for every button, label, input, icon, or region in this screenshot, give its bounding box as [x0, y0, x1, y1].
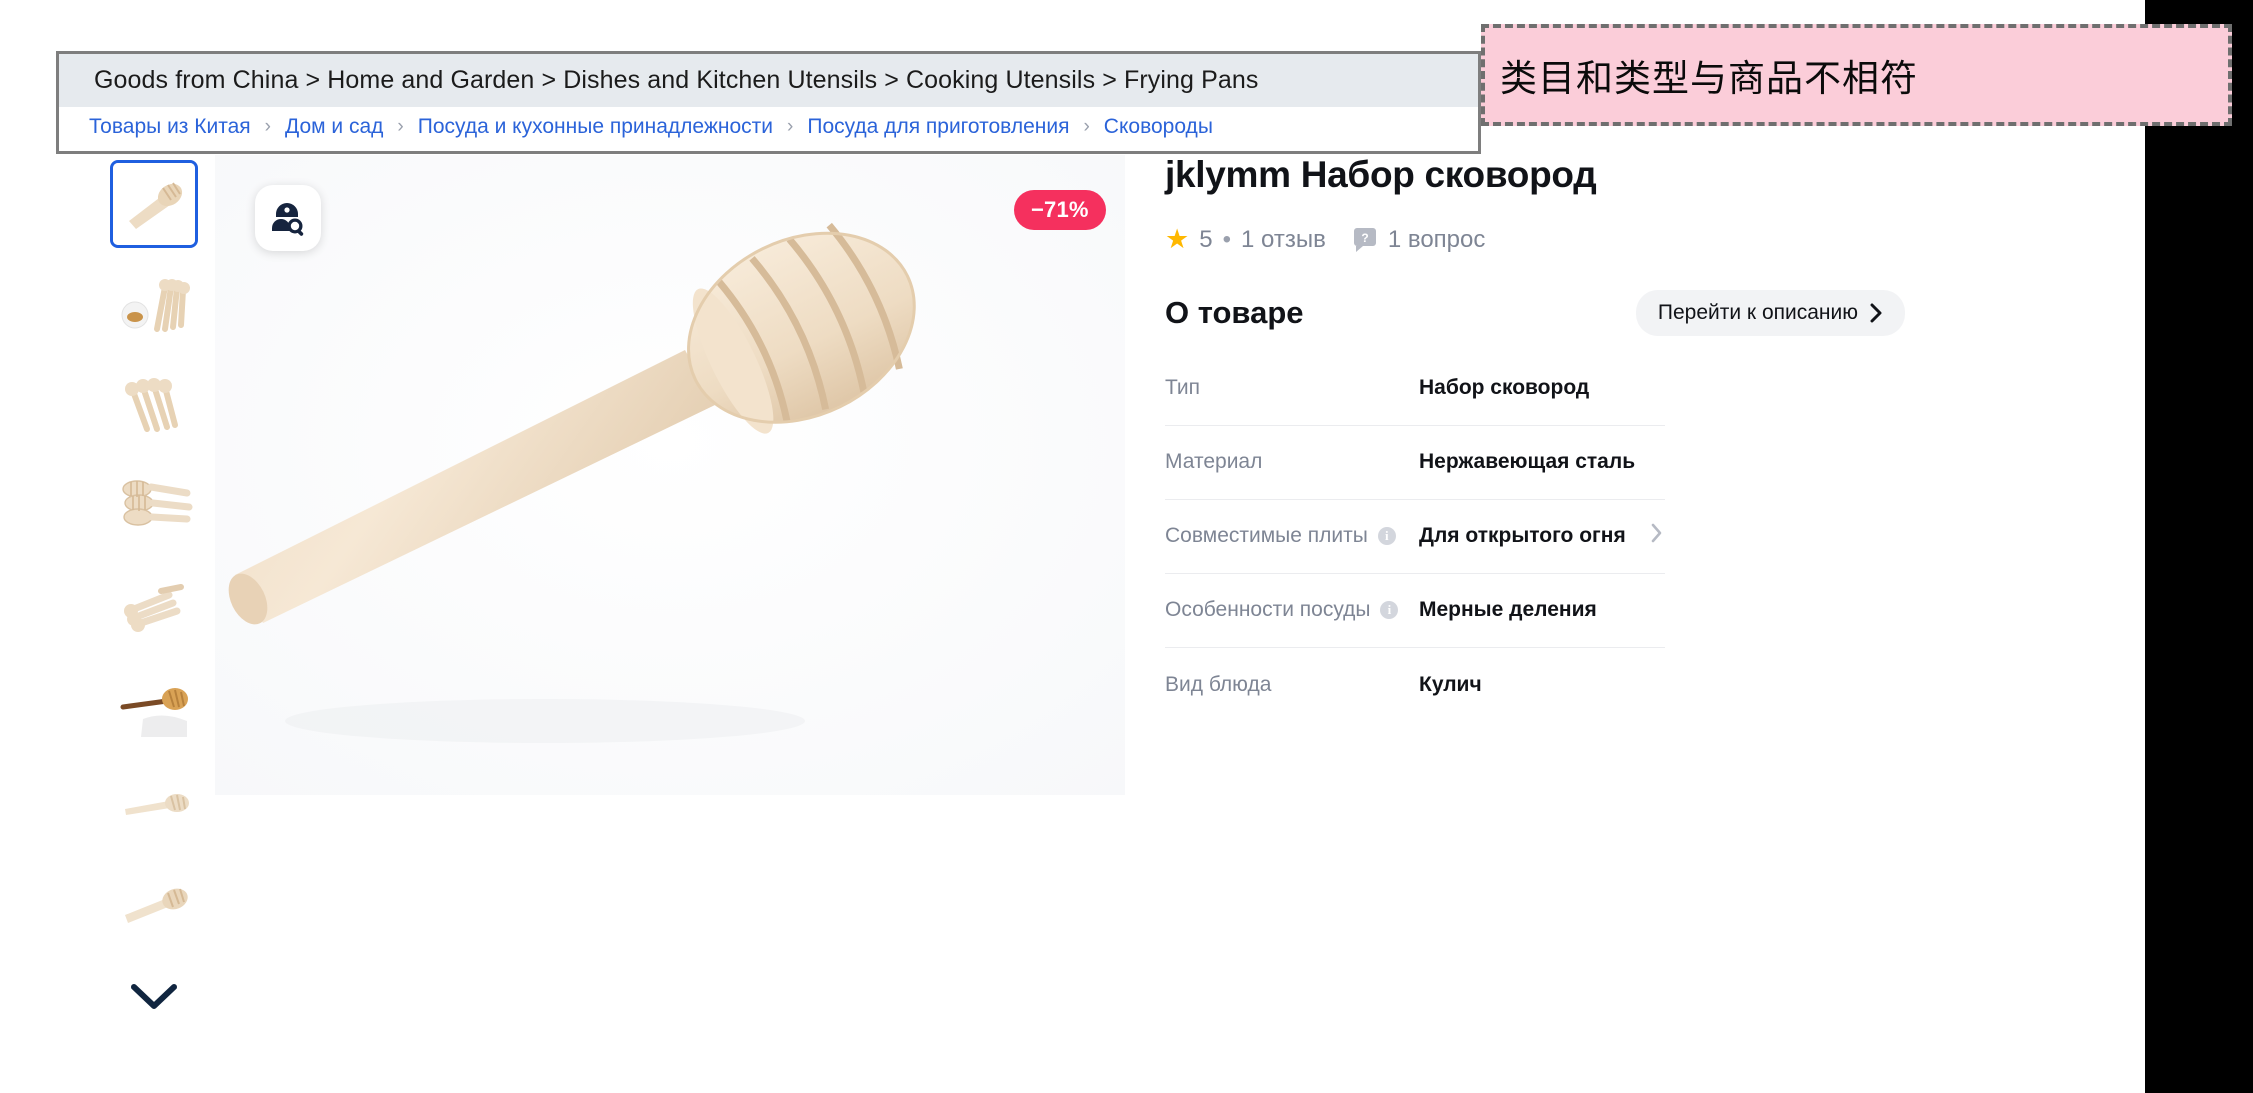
- breadcrumb-separator-icon: ›: [397, 116, 404, 137]
- attribute-key-label: Особенности посуды: [1165, 598, 1371, 622]
- question-bubble-icon: ?: [1352, 227, 1378, 252]
- thumbnail-5[interactable]: [110, 660, 198, 748]
- breadcrumb-item-0[interactable]: Товары из Китая: [89, 115, 251, 139]
- go-to-description-label: Перейти к описанию: [1657, 300, 1858, 324]
- thumbnail-image-4: [113, 563, 195, 645]
- table-row: Вид блюда Кулич: [1165, 648, 1665, 722]
- main-product-image[interactable]: [215, 155, 1125, 795]
- info-icon[interactable]: i: [1380, 601, 1399, 620]
- attribute-key: Вид блюда: [1165, 673, 1419, 697]
- star-icon: ★: [1165, 224, 1190, 255]
- breadcrumb-item-2[interactable]: Посуда и кухонные принадлежности: [418, 115, 773, 139]
- attribute-value: Набор сковород: [1419, 376, 1590, 400]
- chevron-right-icon[interactable]: [1651, 523, 1663, 549]
- info-icon[interactable]: i: [1377, 527, 1396, 546]
- thumbnail-rail: [105, 160, 203, 1022]
- product-info-column: jklymm Набор сковород ★ 5 • 1 отзыв ? 1 …: [1165, 154, 1905, 722]
- thumbnail-image-1: [113, 263, 195, 345]
- thumbnail-image-5: [113, 663, 195, 745]
- thumbnail-0[interactable]: [110, 160, 198, 248]
- thumbnail-image-2: [113, 363, 195, 445]
- breadcrumb-russian: Товары из Китая › Дом и сад › Посуда и к…: [59, 107, 1478, 151]
- attribute-key-label: Материал: [1165, 450, 1263, 474]
- breadcrumb-item-1[interactable]: Дом и сад: [285, 115, 383, 139]
- breadcrumb-separator-icon: ›: [1083, 116, 1090, 137]
- attribute-key-label: Совместимые плиты: [1165, 524, 1368, 548]
- thumbnail-image-3: [113, 463, 195, 545]
- about-header-row: О товаре Перейти к описанию: [1165, 289, 1905, 336]
- thumbnail-6[interactable]: [110, 760, 198, 848]
- thumbnail-7[interactable]: [110, 860, 198, 948]
- breadcrumb-item-3[interactable]: Посуда для приготовления: [807, 115, 1069, 139]
- table-row[interactable]: Совместимые плиты i Для открытого огня: [1165, 500, 1665, 574]
- attributes-table: Тип Набор сковород Материал Нержавеющая …: [1165, 352, 1665, 722]
- attribute-value: Кулич: [1419, 672, 1482, 696]
- thumbnail-2[interactable]: [110, 360, 198, 448]
- annotation-text: 类目和类型与商品不相符: [1500, 57, 1918, 100]
- discount-badge: −71%: [1014, 190, 1106, 230]
- breadcrumb-separator-icon: ›: [264, 116, 271, 137]
- attribute-value: Для открытого огня: [1419, 524, 1626, 548]
- questions-link[interactable]: 1 вопрос: [1388, 226, 1486, 254]
- reviews-link[interactable]: 1 отзыв: [1241, 226, 1326, 254]
- attribute-key: Тип: [1165, 376, 1419, 400]
- svg-text:?: ?: [1361, 231, 1368, 245]
- attribute-key-label: Вид блюда: [1165, 672, 1272, 696]
- rating-row: ★ 5 • 1 отзыв ? 1 вопрос: [1165, 226, 1905, 254]
- page-title: jklymm Набор сковород: [1165, 154, 1597, 195]
- honey-dipper-photo: [215, 155, 1125, 795]
- right-black-band: [2145, 0, 2253, 1093]
- about-heading: О товаре: [1165, 294, 1304, 330]
- rating-value: 5: [1199, 225, 1213, 253]
- thumbnail-4[interactable]: [110, 560, 198, 648]
- attribute-key: Особенности посуды i: [1165, 598, 1419, 622]
- rating-separator: •: [1222, 225, 1231, 253]
- thumbnail-1[interactable]: [110, 260, 198, 348]
- breadcrumb: Goods from China > Home and Garden > Dis…: [56, 51, 1481, 154]
- chevron-down-icon: [131, 984, 177, 1009]
- attribute-key: Материал: [1165, 450, 1419, 474]
- breadcrumb-item-4[interactable]: Сковороды: [1104, 115, 1213, 139]
- thumbnail-3[interactable]: [110, 460, 198, 548]
- table-row: Материал Нержавеющая сталь: [1165, 426, 1665, 500]
- image-search-icon: [272, 203, 304, 236]
- table-row: Особенности посуды i Мерные деления: [1165, 574, 1665, 648]
- annotation-callout: 类目和类型与商品不相符: [1481, 24, 2232, 126]
- go-to-description-button[interactable]: Перейти к описанию: [1635, 289, 1905, 336]
- chevron-right-icon: [1870, 303, 1882, 323]
- attribute-value: Мерные деления: [1419, 598, 1597, 622]
- attribute-value: Нержавеющая сталь: [1419, 450, 1636, 474]
- thumbnail-image-6: [113, 763, 195, 845]
- breadcrumb-english: Goods from China > Home and Garden > Dis…: [59, 54, 1478, 107]
- thumbnail-image-7: [113, 863, 195, 945]
- thumbnail-image-0: [113, 163, 195, 245]
- attribute-key: Совместимые плиты i: [1165, 524, 1419, 548]
- page-root: −71% jklymm Набор сковород ★ 5 • 1 отзыв…: [0, 0, 2253, 1093]
- image-search-button[interactable]: [255, 185, 321, 251]
- attribute-key-label: Тип: [1165, 376, 1201, 400]
- table-row: Тип Набор сковород: [1165, 352, 1665, 426]
- breadcrumb-separator-icon: ›: [787, 116, 794, 137]
- more-thumbnails-button[interactable]: [122, 970, 186, 1022]
